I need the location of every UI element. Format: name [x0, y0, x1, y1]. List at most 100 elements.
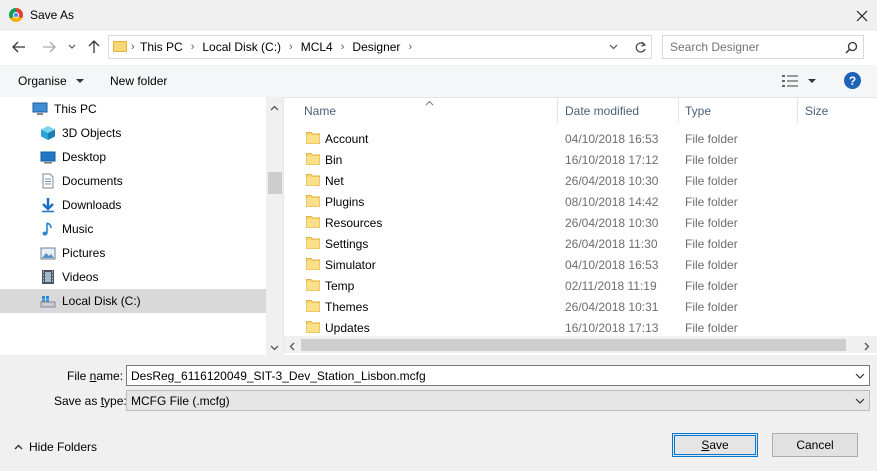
chevron-down-icon[interactable] — [855, 371, 865, 381]
table-row[interactable]: Resources 26/04/2018 10:30 File folder — [300, 212, 860, 233]
table-row[interactable]: Themes 26/04/2018 10:31 File folder — [300, 296, 860, 317]
table-row[interactable]: Updates 16/10/2018 17:13 File folder — [300, 317, 860, 338]
filename-field[interactable] — [126, 365, 870, 386]
sidebar-item-local-disk[interactable]: Local Disk (C:) — [0, 289, 266, 313]
file-name: Net — [325, 174, 344, 188]
column-header-size[interactable]: Size — [805, 104, 828, 118]
file-name: Account — [325, 132, 369, 146]
back-button[interactable] — [10, 38, 28, 56]
table-row[interactable]: Temp 02/11/2018 11:19 File folder — [300, 275, 860, 296]
table-row[interactable]: Plugins 08/10/2018 14:42 File folder — [300, 191, 860, 212]
file-date: 16/10/2018 17:13 — [565, 321, 659, 335]
sidebar-item-desktop[interactable]: Desktop — [0, 145, 266, 169]
label-text: Save as — [54, 394, 101, 408]
sidebar-item-label: This PC — [54, 102, 97, 116]
column-divider[interactable] — [797, 97, 798, 123]
sidebar-item-downloads[interactable]: Downloads — [0, 193, 266, 217]
chevron-right-icon[interactable]: › — [408, 41, 412, 53]
label-text: ame: — [96, 369, 124, 383]
breadcrumb-mcl4[interactable]: MCL4 — [301, 40, 333, 54]
window-title: Save As — [30, 8, 75, 22]
breadcrumb-local-disk[interactable]: Local Disk (C:) — [202, 40, 281, 54]
save-as-type-select[interactable]: MCFG File (.mcfg) — [126, 390, 870, 411]
sidebar-item-3d-objects[interactable]: 3D Objects — [0, 121, 266, 145]
chevron-right-icon[interactable]: › — [341, 41, 345, 53]
column-divider[interactable] — [678, 97, 679, 123]
horizontal-scrollbar-thumb[interactable] — [301, 339, 846, 351]
forward-button[interactable] — [40, 38, 58, 56]
table-row[interactable]: Account 04/10/2018 16:53 File folder — [300, 128, 860, 149]
help-button[interactable]: ? — [844, 72, 861, 89]
up-button[interactable] — [85, 38, 103, 56]
file-name: Bin — [325, 153, 343, 167]
label-text: ave — [709, 438, 729, 452]
title-bar — [0, 0, 877, 31]
hide-folders-label: Hide Folders — [29, 440, 98, 454]
document-icon — [42, 173, 54, 189]
breadcrumb: This PC › Local Disk (C:) › MCL4 › Desig… — [140, 40, 420, 54]
sidebar-item-label: Desktop — [62, 150, 107, 164]
sidebar-item-label: 3D Objects — [62, 126, 122, 140]
sidebar-item-label: Pictures — [62, 246, 106, 260]
view-options-button[interactable] — [782, 74, 822, 88]
sidebar-scrollbar[interactable] — [266, 97, 283, 355]
column-header-name[interactable]: Name — [304, 104, 336, 118]
sidebar-item-this-pc[interactable]: This PC — [0, 97, 266, 121]
file-date: 04/10/2018 16:53 — [565, 132, 659, 146]
filename-input[interactable] — [131, 369, 831, 383]
folder-icon — [306, 216, 320, 228]
sidebar-item-label: Music — [62, 222, 94, 236]
chevron-right-icon[interactable]: › — [289, 41, 293, 53]
file-type: File folder — [685, 237, 738, 251]
close-button[interactable] — [846, 0, 877, 31]
chevron-down-icon — [76, 79, 85, 84]
hide-folders-button[interactable]: Hide Folders — [14, 440, 97, 454]
table-row[interactable]: Net 26/04/2018 10:30 File folder — [300, 170, 860, 191]
file-date: 04/10/2018 16:53 — [565, 258, 659, 272]
column-header-type[interactable]: Type — [685, 104, 711, 118]
search-icon — [845, 41, 858, 54]
file-date: 16/10/2018 17:12 — [565, 153, 659, 167]
file-name: Updates — [325, 321, 370, 335]
breadcrumb-designer[interactable]: Designer — [352, 40, 400, 54]
file-date: 02/11/2018 11:19 — [565, 279, 657, 293]
refresh-icon — [635, 41, 646, 53]
desktop-icon — [40, 151, 56, 164]
chrome-logo-icon — [9, 8, 23, 22]
scroll-right-arrow-icon[interactable] — [864, 340, 870, 354]
details-view-icon — [782, 75, 798, 87]
folder-icon — [306, 132, 320, 144]
search-input[interactable] — [670, 40, 840, 54]
sidebar-item-documents[interactable]: Documents — [0, 169, 266, 193]
new-folder-button[interactable]: New folder — [110, 74, 167, 88]
music-icon — [42, 222, 52, 236]
breadcrumb-this-pc[interactable]: This PC — [140, 40, 183, 54]
sidebar-item-pictures[interactable]: Pictures — [0, 241, 266, 265]
scroll-left-arrow-icon[interactable] — [289, 340, 295, 354]
folder-icon — [113, 41, 127, 52]
file-type: File folder — [685, 153, 738, 167]
address-dropdown-button[interactable] — [606, 38, 620, 56]
file-name: Resources — [325, 216, 383, 230]
file-name: Temp — [325, 279, 355, 293]
arrow-right-icon — [43, 41, 56, 53]
sidebar-scrollbar-thumb[interactable] — [268, 172, 282, 194]
scroll-up-arrow-icon[interactable] — [270, 100, 279, 114]
sidebar-item-music[interactable]: Music — [0, 217, 266, 241]
save-button[interactable]: Save — [672, 433, 758, 457]
recent-locations-button[interactable] — [66, 40, 78, 54]
scroll-down-arrow-icon[interactable] — [270, 340, 279, 354]
refresh-button[interactable] — [631, 38, 649, 56]
table-row[interactable]: Simulator 04/10/2018 16:53 File folder — [300, 254, 860, 275]
column-divider[interactable] — [557, 97, 558, 123]
chevron-right-icon[interactable]: › — [191, 41, 195, 53]
sidebar-item-videos[interactable]: Videos — [0, 265, 266, 289]
organise-menu[interactable]: Organise — [18, 74, 85, 88]
file-name: Themes — [325, 300, 369, 314]
search-box[interactable] — [662, 35, 864, 59]
table-row[interactable]: Bin 16/10/2018 17:12 File folder — [300, 149, 860, 170]
table-row[interactable]: Settings 26/04/2018 11:30 File folder — [300, 233, 860, 254]
label-text: File — [67, 369, 90, 383]
cancel-button[interactable]: Cancel — [772, 433, 858, 457]
column-header-date[interactable]: Date modified — [565, 104, 639, 118]
